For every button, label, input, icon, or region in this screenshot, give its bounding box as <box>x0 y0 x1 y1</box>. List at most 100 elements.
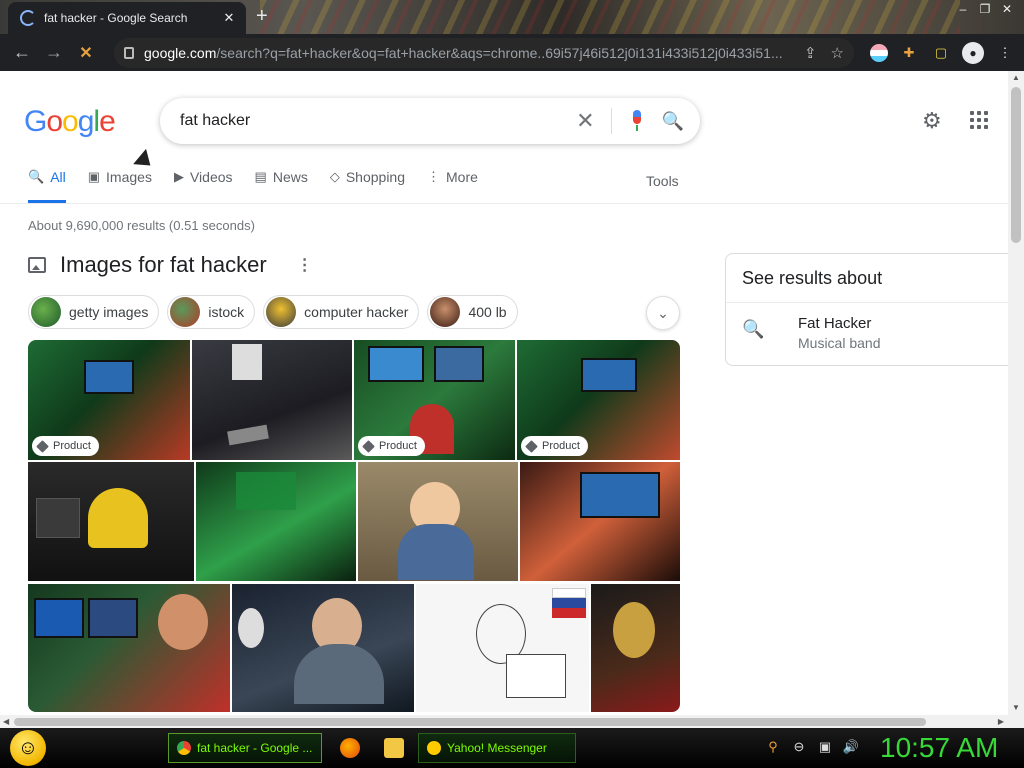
more-icon: ⋮ <box>427 169 441 184</box>
entity-subtitle: Musical band <box>798 335 881 351</box>
tag-icon <box>362 439 375 453</box>
share-icon[interactable]: ⇪ <box>804 44 817 62</box>
network-icon[interactable]: ▣ <box>816 738 834 756</box>
extensions-puzzle-icon[interactable]: ✚ <box>898 42 920 64</box>
chrome-icon <box>177 741 191 755</box>
news-icon: ▤ <box>254 169 267 184</box>
status-icon[interactable]: ⊖ <box>790 738 808 756</box>
clear-search-icon[interactable]: ✕ <box>576 108 612 134</box>
see-results-heading: See results about <box>726 254 1008 303</box>
screen: fat hacker - Google Search ✕ + – ❐ ✕ ← →… <box>0 0 1024 768</box>
google-logo[interactable]: Google <box>24 105 116 139</box>
image-result[interactable] <box>28 584 230 712</box>
taskbar-button-chrome[interactable]: fat hacker - Google ... <box>168 733 322 763</box>
window-close-button[interactable]: ✕ <box>996 0 1018 18</box>
entity-title[interactable]: Fat Hacker <box>798 315 881 332</box>
tab-images[interactable]: ▣ Images <box>88 169 152 203</box>
start-button[interactable]: ☺ <box>10 730 46 766</box>
divider <box>0 203 1008 204</box>
side-panel-icon[interactable]: ▢ <box>930 42 952 64</box>
browser-tab-active[interactable]: fat hacker - Google Search ✕ <box>8 2 246 34</box>
tag-icon: ◇ <box>329 169 340 184</box>
search-input[interactable]: fat hacker <box>180 112 576 130</box>
system-tray: ⚲ ⊖ ▣ 🔊 <box>764 738 860 756</box>
back-arrow-icon[interactable]: ← <box>6 37 38 69</box>
forward-arrow-icon[interactable]: → <box>38 37 70 69</box>
image-result[interactable]: Product <box>28 340 190 460</box>
chip-400-lb[interactable]: 400 lb <box>427 295 518 329</box>
address-bar[interactable]: google.com/search?q=fat+hacker&oq=fat+ha… <box>114 37 854 68</box>
refinement-chips: getty images istock computer hacker 400 … <box>28 295 526 329</box>
tab-news[interactable]: ▤ News <box>255 169 308 203</box>
microphone-icon[interactable] <box>630 110 644 132</box>
product-badge: Product <box>358 436 425 456</box>
taskbar-clock[interactable]: 10:57 AM <box>880 732 998 764</box>
google-results-page: Google fat hacker ✕ 🔍 ⚙ 🔍 All ▣ Images ▶… <box>0 71 1008 715</box>
tab-label: More <box>446 169 478 185</box>
maximize-button[interactable]: ❐ <box>974 0 996 18</box>
tab-videos[interactable]: ▶ Videos <box>174 169 233 203</box>
lock-icon[interactable] <box>124 46 134 59</box>
tab-more[interactable]: ⋮ More <box>427 169 478 203</box>
image-result[interactable] <box>192 340 352 460</box>
search-box[interactable]: fat hacker ✕ 🔍 <box>160 98 700 144</box>
tab-all[interactable]: 🔍 All <box>28 169 66 203</box>
tab-shopping[interactable]: ◇ Shopping <box>330 169 405 203</box>
bookmark-star-icon[interactable]: ☆ <box>831 44 844 62</box>
search-icon[interactable]: ⚲ <box>764 738 782 756</box>
url-text[interactable]: google.com/search?q=fat+hacker&oq=fat+ha… <box>144 45 790 61</box>
tab-title: fat hacker - Google Search <box>44 11 188 25</box>
image-result[interactable] <box>196 462 356 581</box>
tag-icon <box>525 439 538 453</box>
image-result[interactable] <box>232 584 414 712</box>
search-icon[interactable]: 🔍 <box>662 111 684 132</box>
flag-extension-icon[interactable] <box>870 43 888 62</box>
taskbar-button-label: fat hacker - Google ... <box>197 741 313 755</box>
loading-spinner-icon <box>20 10 36 26</box>
vertical-scrollbar[interactable]: ▲ ▼ <box>1008 71 1024 715</box>
image-result[interactable] <box>591 584 680 712</box>
scroll-up-arrow-icon[interactable]: ▲ <box>1008 71 1024 85</box>
result-stats: About 9,690,000 results (0.51 seconds) <box>28 218 255 233</box>
tools-button[interactable]: Tools <box>646 173 679 189</box>
browser-menu-icon[interactable]: ⋮ <box>994 42 1016 64</box>
chip-istock[interactable]: istock <box>167 295 256 329</box>
chip-label: getty images <box>69 304 149 320</box>
image-result[interactable] <box>358 462 518 581</box>
chip-getty-images[interactable]: getty images <box>28 295 160 329</box>
images-heading[interactable]: Images for fat hacker <box>60 252 267 278</box>
minimize-button[interactable]: – <box>952 0 974 18</box>
scrollbar-thumb[interactable] <box>14 718 926 726</box>
firefox-icon[interactable] <box>340 738 360 758</box>
see-results-item[interactable]: 🔍 Fat Hacker Musical band <box>726 303 1008 363</box>
scroll-right-arrow-icon[interactable]: ▶ <box>998 715 1004 728</box>
horizontal-scrollbar[interactable]: ◀ ▶ <box>0 715 1024 728</box>
scroll-down-arrow-icon[interactable]: ▼ <box>1008 701 1024 715</box>
image-result[interactable] <box>416 584 589 712</box>
settings-gear-icon[interactable]: ⚙ <box>922 108 942 134</box>
browser-toolbar: ← → ✕ google.com/search?q=fat+hacker&oq=… <box>0 34 1024 71</box>
folder-icon[interactable] <box>384 738 404 758</box>
google-apps-icon[interactable] <box>970 111 988 129</box>
search-icon: 🔍 <box>742 319 765 339</box>
chevron-down-icon[interactable]: ⌄ <box>646 296 680 330</box>
image-result[interactable]: Product <box>354 340 515 460</box>
product-badge: Product <box>32 436 99 456</box>
image-result[interactable] <box>28 462 194 581</box>
volume-icon[interactable]: 🔊 <box>842 738 860 756</box>
tab-close-icon[interactable]: ✕ <box>220 10 238 26</box>
chip-computer-hacker[interactable]: computer hacker <box>263 295 420 329</box>
image-result[interactable]: Product <box>517 340 680 460</box>
scrollbar-thumb[interactable] <box>1011 87 1021 243</box>
stop-loading-icon[interactable]: ✕ <box>70 37 102 69</box>
tag-icon <box>36 439 49 453</box>
search-tabs: 🔍 All ▣ Images ▶ Videos ▤ News ◇ Shoppin… <box>28 169 500 203</box>
image-result[interactable] <box>520 462 680 581</box>
taskbar-button-label: Yahoo! Messenger <box>447 741 547 755</box>
scroll-left-arrow-icon[interactable]: ◀ <box>3 715 9 728</box>
taskbar-button-yahoo-messenger[interactable]: Yahoo! Messenger <box>418 733 576 763</box>
more-options-icon[interactable]: ⋮ <box>297 255 313 275</box>
new-tab-button[interactable]: + <box>256 6 268 26</box>
profile-avatar-icon[interactable]: ● <box>962 41 984 64</box>
chip-label: computer hacker <box>304 304 409 320</box>
